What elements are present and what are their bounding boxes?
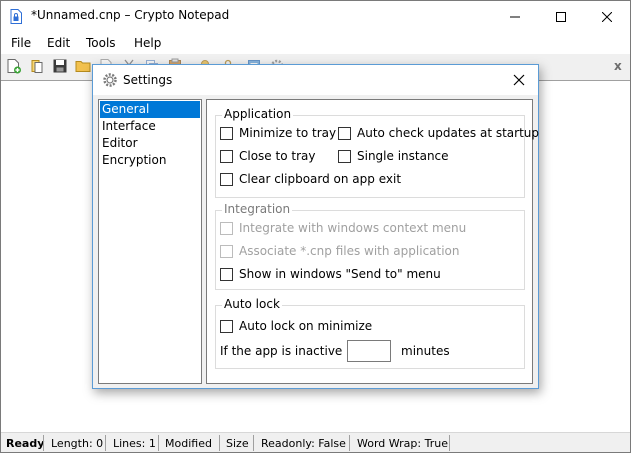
open-folder-icon[interactable] (75, 58, 91, 74)
status-separator (105, 435, 106, 451)
category-editor[interactable]: Editor (100, 135, 200, 152)
maximize-icon (556, 11, 566, 22)
menu-bar: File Edit Tools Help (1, 32, 630, 54)
minimize-icon (510, 16, 520, 17)
close-button[interactable] (584, 1, 630, 32)
status-readonly: Readonly: False (261, 437, 346, 450)
application-group: Application Minimize to tray Auto check … (215, 107, 539, 198)
dialog-close-button[interactable] (510, 71, 528, 89)
close-to-tray-label: Close to tray (239, 149, 316, 163)
application-group-title: Application (222, 107, 294, 121)
single-instance-checkbox[interactable]: Single instance (338, 149, 449, 163)
status-word-wrap: Word Wrap: True (357, 437, 448, 450)
checkbox-box[interactable] (338, 126, 351, 140)
maximize-button[interactable] (538, 1, 584, 32)
inactive-minutes-input[interactable] (347, 340, 391, 362)
status-ready: Ready (6, 437, 45, 450)
inactive-prefix-label: If the app is inactive in (220, 344, 358, 358)
minimize-button[interactable] (492, 1, 538, 32)
checkbox-box[interactable] (220, 244, 233, 258)
status-bar: Ready Length: 0 Lines: 1 Modified Size R… (1, 432, 630, 452)
category-list: General Interface Editor Encryption (98, 99, 202, 384)
checkbox-box[interactable] (220, 319, 233, 333)
status-separator (349, 435, 350, 451)
toolbar-close-button[interactable]: x (614, 59, 622, 73)
new-file-icon[interactable] (6, 58, 22, 74)
lock-on-minimize-label: Auto lock on minimize (239, 319, 373, 333)
checkbox-box[interactable] (220, 267, 233, 281)
close-to-tray-checkbox[interactable]: Close to tray (220, 149, 315, 163)
status-separator (449, 435, 450, 451)
document-lock-icon (10, 9, 22, 24)
close-icon (513, 74, 525, 86)
auto-check-updates-label: Auto check updates at startup (357, 126, 540, 140)
lock-on-minimize-checkbox[interactable]: Auto lock on minimize (220, 319, 372, 333)
settings-dialog: Settings General Interface Editor Encryp… (92, 64, 539, 389)
associate-files-checkbox[interactable]: Associate *.cnp files with application (220, 244, 460, 258)
status-modified: Modified (165, 437, 212, 450)
associate-files-label: Associate *.cnp files with application (239, 244, 460, 258)
save-icon[interactable] (52, 58, 68, 74)
open-file-icon[interactable] (29, 58, 45, 74)
settings-panel: Application Minimize to tray Auto check … (206, 99, 539, 384)
menu-tools[interactable]: Tools (86, 36, 116, 50)
status-separator (253, 435, 254, 451)
single-instance-label: Single instance (357, 149, 449, 163)
checkbox-box[interactable] (220, 149, 233, 163)
checkbox-box[interactable] (338, 149, 351, 163)
gear-icon (103, 73, 117, 87)
dialog-title: Settings (123, 73, 173, 87)
status-separator (158, 435, 159, 451)
clear-clipboard-checkbox[interactable]: Clear clipboard on app exit (220, 172, 401, 186)
menu-edit[interactable]: Edit (47, 36, 70, 50)
minimize-to-tray-label: Minimize to tray (239, 126, 337, 140)
status-lines: Lines: 1 (113, 437, 156, 450)
close-icon (602, 11, 612, 22)
integration-group-title: Integration (222, 202, 293, 216)
minimize-to-tray-checkbox[interactable]: Minimize to tray (220, 126, 336, 140)
inactive-suffix-label: minutes (401, 344, 450, 358)
checkbox-box[interactable] (220, 126, 233, 140)
menu-help[interactable]: Help (134, 36, 161, 50)
auto-lock-group-title: Auto lock (222, 297, 282, 311)
checkbox-box[interactable] (220, 172, 233, 186)
context-menu-checkbox[interactable]: Integrate with windows context menu (220, 221, 466, 235)
dialog-title-bar: Settings (93, 65, 538, 95)
category-interface[interactable]: Interface (100, 118, 200, 135)
status-length: Length: 0 (51, 437, 104, 450)
menu-file[interactable]: File (11, 36, 31, 50)
category-encryption[interactable]: Encryption (100, 152, 200, 169)
title-bar: *Unnamed.cnp – Crypto Notepad (1, 1, 630, 32)
integration-group: Integration Integrate with windows conte… (215, 202, 525, 290)
checkbox-box[interactable] (220, 221, 233, 235)
status-size: Size (226, 437, 249, 450)
send-to-label: Show in windows "Send to" menu (239, 267, 441, 281)
status-separator (219, 435, 220, 451)
send-to-checkbox[interactable]: Show in windows "Send to" menu (220, 267, 441, 281)
clear-clipboard-label: Clear clipboard on app exit (239, 172, 402, 186)
auto-lock-group: Auto lock Auto lock on minimize If the a… (215, 297, 525, 369)
context-menu-label: Integrate with windows context menu (239, 221, 467, 235)
status-separator (43, 435, 44, 451)
window-title: *Unnamed.cnp – Crypto Notepad (31, 8, 230, 22)
auto-check-updates-checkbox[interactable]: Auto check updates at startup (338, 126, 539, 140)
category-general[interactable]: General (100, 101, 200, 118)
